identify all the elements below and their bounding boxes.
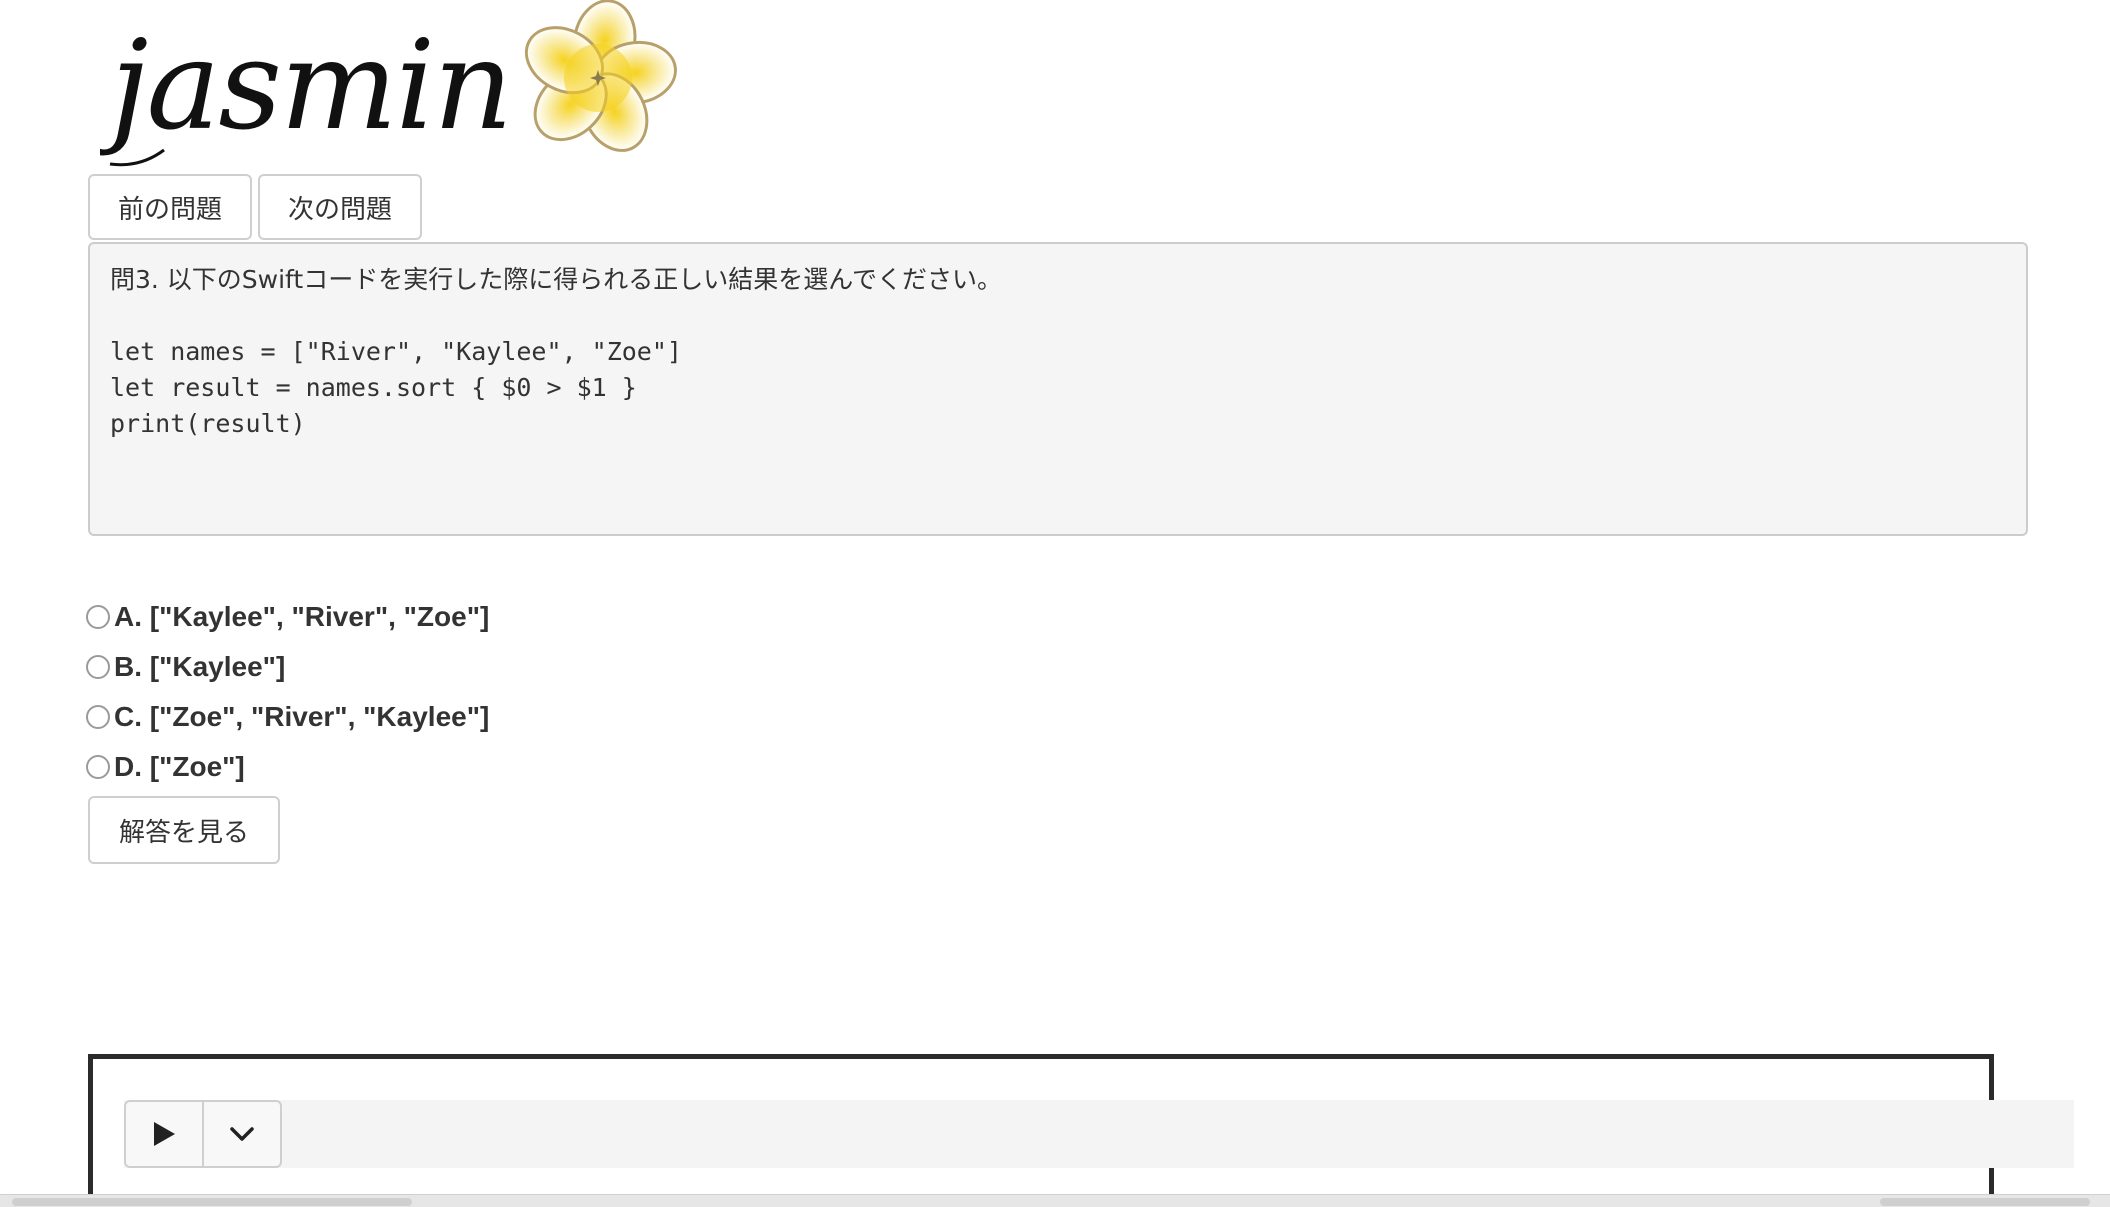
- radio-button[interactable]: [86, 605, 110, 629]
- radio-button[interactable]: [86, 755, 110, 779]
- option-d[interactable]: D. ["Zoe"]: [86, 747, 245, 787]
- option-b[interactable]: B. ["Kaylee"]: [86, 647, 285, 687]
- player-bar: [124, 1100, 2074, 1168]
- jasmine-flower-icon: [524, 0, 677, 152]
- question-panel: 問3. 以下のSwiftコードを実行した際に得られる正しい結果を選んでください。…: [88, 242, 2028, 536]
- scrollbar-thumb-right[interactable]: [1880, 1198, 2090, 1206]
- player-menu-button[interactable]: [202, 1102, 280, 1166]
- option-label: C. ["Zoe", "River", "Kaylee"]: [114, 701, 490, 732]
- question-code: let names = ["River", "Kaylee", "Zoe"] l…: [110, 337, 682, 438]
- option-label: B. ["Kaylee"]: [114, 651, 286, 682]
- jasmin-logo-image: jasmin: [100, 0, 677, 167]
- jasmin-logo: jasmin: [100, 0, 685, 172]
- previous-question-button[interactable]: 前の問題: [88, 174, 252, 240]
- option-label: A. ["Kaylee", "River", "Zoe"]: [114, 601, 490, 632]
- radio-button[interactable]: [86, 705, 110, 729]
- scrollbar-thumb[interactable]: [12, 1198, 412, 1206]
- radio-button[interactable]: [86, 655, 110, 679]
- play-button[interactable]: [126, 1102, 202, 1166]
- option-c[interactable]: C. ["Zoe", "River", "Kaylee"]: [86, 697, 489, 737]
- question-title: 問3. 以下のSwiftコードを実行した際に得られる正しい結果を選んでください。: [110, 265, 1002, 294]
- option-label: D. ["Zoe"]: [114, 751, 245, 782]
- play-icon: [154, 1122, 175, 1146]
- chevron-down-icon: [230, 1127, 254, 1141]
- player-controls: [124, 1100, 282, 1168]
- logo-wordmark: jasmin: [100, 14, 511, 158]
- show-answer-button[interactable]: 解答を見る: [88, 796, 280, 864]
- next-question-button[interactable]: 次の問題: [258, 174, 422, 240]
- option-a[interactable]: A. ["Kaylee", "River", "Zoe"]: [86, 597, 489, 637]
